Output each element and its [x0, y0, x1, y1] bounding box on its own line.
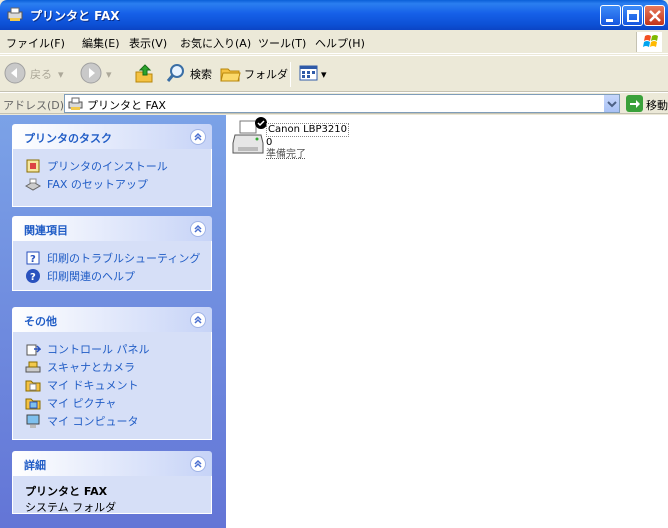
details-header[interactable]: 詳細 [12, 451, 212, 476]
printer-name: Canon LBP3210 [266, 123, 349, 137]
install-printer-icon [25, 158, 41, 174]
menu-edit[interactable]: 編集(E) [82, 35, 120, 51]
go-label: 移動 [646, 99, 668, 112]
print-help-link[interactable]: ? 印刷関連のヘルプ [25, 267, 211, 285]
scanners-cameras-link[interactable]: スキャナとカメラ [25, 358, 211, 376]
windows-logo-icon [636, 32, 662, 52]
go-arrow-icon [626, 95, 643, 115]
my-documents-icon [25, 377, 41, 393]
my-computer-icon [25, 413, 41, 429]
search-icon [165, 62, 187, 87]
menu-favorites[interactable]: お気に入り(A) [180, 35, 251, 51]
related-topics-header[interactable]: 関連項目 [12, 216, 212, 241]
minimize-button[interactable] [600, 5, 621, 26]
collapse-chevron-icon[interactable] [190, 312, 206, 328]
go-button[interactable]: 移動 [626, 95, 668, 115]
help-book-icon: ? [25, 250, 41, 266]
toolbar: 戻る ▾ ▾ 検索 フォルダ ▾ [0, 55, 668, 92]
window-title: プリンタと FAX [30, 9, 120, 23]
printer-tasks-panel: プリンタのタスク プリンタのインストール FAX のセットアップ [12, 124, 212, 207]
menu-tools[interactable]: ツール(T) [258, 35, 306, 51]
svg-text:?: ? [30, 272, 36, 283]
control-panel-icon [25, 341, 42, 357]
my-pictures-icon [25, 395, 41, 411]
close-button[interactable] [644, 5, 665, 26]
details-name: プリンタと FAX [25, 485, 108, 498]
title-bar[interactable]: プリンタと FAX [0, 0, 668, 30]
details-type: システム フォルダ [25, 501, 117, 514]
address-bar: アドレス(D) プリンタと FAX 移動 [0, 92, 668, 114]
forward-dropdown-icon: ▾ [106, 67, 112, 81]
views-button[interactable]: ▾ [298, 62, 327, 86]
forward-button[interactable]: ▾ [80, 62, 112, 86]
toolbar-separator [290, 62, 291, 87]
fax-setup-link[interactable]: FAX のセットアップ [24, 175, 211, 193]
control-panel-link[interactable]: コントロール パネル [25, 340, 211, 358]
file-view: Canon LBP3210 0 準備完了 [226, 115, 668, 528]
printer-item[interactable]: Canon LBP3210 0 準備完了 [232, 117, 372, 165]
details-panel: 詳細 プリンタと FAX システム フォルダ [12, 451, 212, 514]
help-circle-icon: ? [25, 268, 41, 284]
menu-bar: ファイル(F) 編集(E) 表示(V) お気に入り(A) ツール(T) ヘルプ(… [0, 30, 668, 54]
fax-icon [24, 176, 42, 192]
forward-arrow-icon [80, 62, 102, 87]
other-places-header[interactable]: その他 [12, 307, 212, 332]
back-arrow-icon [4, 62, 26, 87]
print-troubleshooting-link[interactable]: ? 印刷のトラブルシューティング [25, 249, 211, 267]
back-button[interactable]: 戻る ▾ [4, 62, 64, 86]
printer-tasks-header[interactable]: プリンタのタスク [12, 124, 212, 149]
install-printer-link[interactable]: プリンタのインストール [25, 157, 211, 175]
my-computer-link[interactable]: マイ コンピュータ [25, 412, 211, 430]
address-label: アドレス(D) [3, 99, 65, 112]
printer-folder-icon [7, 7, 24, 22]
address-dropdown-button[interactable] [603, 95, 619, 112]
related-topics-panel: 関連項目 ? 印刷のトラブルシューティング ? 印刷関連のヘルプ [12, 216, 212, 291]
svg-text:?: ? [30, 254, 36, 265]
up-folder-button[interactable] [133, 62, 155, 86]
explorer-window: プリンタと FAX ファイル(F) 編集(E) 表示(V) お気に入り(A) ツ… [0, 0, 668, 528]
up-folder-icon [133, 62, 155, 87]
menu-view[interactable]: 表示(V) [129, 35, 167, 51]
printer-document-count: 0 [266, 137, 273, 148]
collapse-chevron-icon[interactable] [190, 456, 206, 472]
folders-button[interactable]: フォルダ [219, 62, 288, 86]
scanner-camera-icon [25, 359, 41, 375]
menu-file[interactable]: ファイル(F) [6, 35, 65, 51]
folder-icon [219, 62, 241, 87]
views-grid-icon [298, 62, 320, 87]
views-dropdown-icon: ▾ [321, 67, 327, 81]
search-button[interactable]: 検索 [165, 62, 212, 86]
printer-folder-icon [68, 97, 84, 114]
other-places-panel: その他 コントロール パネル スキャナとカメラ マイ ドキュメント マイ ピクチ… [12, 307, 212, 440]
collapse-chevron-icon[interactable] [190, 221, 206, 237]
my-documents-link[interactable]: マイ ドキュメント [25, 376, 211, 394]
collapse-chevron-icon[interactable] [190, 129, 206, 145]
printer-status: 準備完了 [266, 149, 306, 160]
my-pictures-link[interactable]: マイ ピクチャ [25, 394, 211, 412]
back-dropdown-icon: ▾ [58, 67, 64, 81]
task-pane: プリンタのタスク プリンタのインストール FAX のセットアップ 関連項目 ? … [0, 115, 226, 528]
menu-help[interactable]: ヘルプ(H) [315, 35, 365, 51]
address-field[interactable]: プリンタと FAX [64, 94, 620, 113]
address-value: プリンタと FAX [87, 99, 166, 112]
maximize-button[interactable] [622, 5, 643, 26]
